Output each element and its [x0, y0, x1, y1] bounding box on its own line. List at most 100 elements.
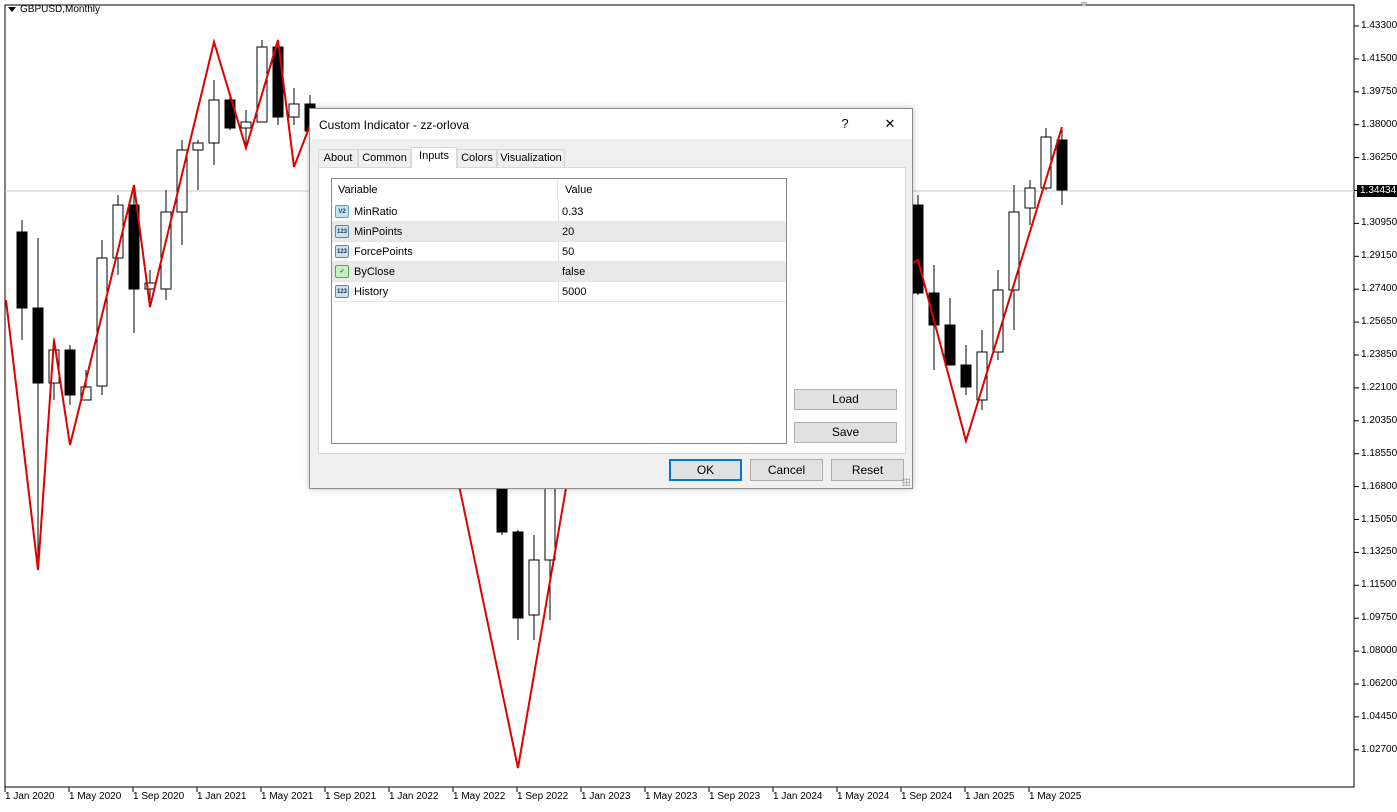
- time-axis-label: 1 Sep 2023: [709, 791, 761, 802]
- candle-body: [1024, 187, 1036, 209]
- price-axis-label: 1.41500: [1361, 52, 1397, 64]
- tab-about[interactable]: About: [318, 149, 358, 167]
- time-axis-label: 1 Jan 2022: [389, 791, 439, 802]
- time-axis-label: 1 Jan 2020: [5, 791, 55, 802]
- custom-indicator-dialog: Custom Indicator - zz-orlova ? ✕ About C…: [309, 108, 913, 489]
- variable-name: MinPoints: [354, 226, 403, 238]
- close-button[interactable]: ✕: [867, 109, 913, 139]
- price-axis-label: 1.20350: [1361, 414, 1397, 426]
- tab-inputs[interactable]: Inputs: [411, 147, 457, 168]
- time-axis-label: 1 Sep 2021: [325, 791, 377, 802]
- variable-value[interactable]: 20: [562, 222, 574, 242]
- tab-visualization[interactable]: Visualization: [497, 149, 565, 167]
- cancel-button[interactable]: Cancel: [750, 459, 823, 481]
- input-row-byclose[interactable]: ✓ ByClose false: [332, 262, 786, 282]
- candle-body: [208, 99, 220, 144]
- input-row-minratio[interactable]: V2 MinRatio 0.33: [332, 202, 786, 222]
- time-axis-label: 1 May 2023: [645, 791, 698, 802]
- price-axis-label: 1.23850: [1361, 349, 1397, 360]
- boolean-type-icon: ✓: [335, 265, 349, 278]
- price-axis-label: 1.29150: [1361, 250, 1397, 262]
- variable-column-header[interactable]: Variable: [332, 179, 558, 201]
- candle-body: [64, 349, 76, 396]
- close-icon: ✕: [884, 116, 896, 131]
- double-type-icon: V2: [335, 205, 349, 218]
- integer-type-icon: 123: [335, 245, 349, 258]
- integer-type-icon: 123: [335, 285, 349, 298]
- variable-name: ForcePoints: [354, 246, 413, 258]
- input-row-minpoints[interactable]: 123 MinPoints 20: [332, 222, 786, 242]
- time-axis-label: 1 Jan 2021: [197, 791, 247, 802]
- time-axis-label: 1 May 2025: [1029, 791, 1082, 802]
- dialog-title: Custom Indicator - zz-orlova: [319, 118, 470, 132]
- time-axis-label: 1 May 2021: [261, 791, 314, 802]
- help-button[interactable]: ?: [822, 109, 868, 139]
- time-axis-label: 1 Jan 2025: [965, 791, 1015, 802]
- price-axis-label: 1.22100: [1361, 381, 1397, 393]
- price-axis-label: 1.30950: [1361, 217, 1397, 229]
- time-axis-label: 1 Sep 2024: [901, 791, 953, 802]
- reset-button[interactable]: Reset: [831, 459, 904, 481]
- input-row-history[interactable]: 123 History 5000: [332, 282, 786, 302]
- time-axis-label: 1 Sep 2022: [517, 791, 569, 802]
- value-column-header[interactable]: Value: [559, 179, 786, 201]
- dialog-titlebar[interactable]: Custom Indicator - zz-orlova ? ✕: [310, 109, 912, 139]
- price-axis-label: 1.15050: [1361, 513, 1397, 525]
- price-axis-label: 1.39750: [1361, 85, 1397, 97]
- candle-body: [32, 307, 44, 384]
- tab-colors[interactable]: Colors: [457, 149, 497, 167]
- variable-value[interactable]: 5000: [562, 282, 586, 302]
- price-axis-label: 1.06200: [1361, 678, 1397, 689]
- triangle-down-icon: [8, 6, 16, 12]
- current-price-tag: 1.34434: [1357, 185, 1397, 197]
- candle-body: [544, 479, 556, 561]
- time-axis-label: 1 May 2024: [837, 791, 890, 802]
- candle-body: [272, 46, 284, 118]
- time-axis-label: 1 Sep 2020: [133, 791, 185, 802]
- integer-type-icon: 123: [335, 225, 349, 238]
- variable-name: ByClose: [354, 266, 395, 278]
- candle-body: [288, 103, 300, 118]
- symbol-label[interactable]: GBPUSD,Monthly: [8, 4, 100, 15]
- price-axis-label: 1.27400: [1361, 283, 1397, 295]
- resize-grip-icon[interactable]: [902, 478, 910, 486]
- variable-value[interactable]: 50: [562, 242, 574, 262]
- input-row-forcepoints[interactable]: 123 ForcePoints 50: [332, 242, 786, 262]
- candle-body: [240, 121, 252, 129]
- candle-body: [512, 531, 524, 619]
- save-button[interactable]: Save: [794, 422, 897, 443]
- price-axis-label: 1.43300: [1361, 20, 1397, 31]
- variable-value[interactable]: false: [562, 262, 585, 282]
- time-axis-label: 1 Jan 2024: [773, 791, 823, 802]
- candle-body: [192, 142, 204, 151]
- ok-button[interactable]: OK: [669, 459, 742, 481]
- price-axis-label: 1.09750: [1361, 612, 1397, 624]
- price-axis-label: 1.16800: [1361, 480, 1397, 492]
- variable-name: MinRatio: [354, 206, 398, 218]
- candle-body: [16, 231, 28, 309]
- variable-value[interactable]: 0.33: [562, 202, 583, 222]
- candle-body: [960, 364, 972, 388]
- candle-body: [1008, 211, 1020, 291]
- inputs-grid: Variable Value V2 MinRatio 0.33 123 MinP…: [331, 178, 787, 444]
- candle-body: [528, 559, 540, 616]
- price-axis-ticks: [1354, 25, 1359, 751]
- price-axis-label: 1.38000: [1361, 118, 1397, 130]
- candle-body: [912, 204, 924, 294]
- candle-body: [96, 257, 108, 387]
- time-axis-label: 1 Jan 2023: [581, 791, 631, 802]
- tab-common[interactable]: Common: [358, 149, 411, 167]
- price-axis-label: 1.11500: [1361, 579, 1397, 591]
- price-axis-label: 1.13250: [1361, 546, 1397, 558]
- price-axis-label: 1.18550: [1361, 447, 1397, 459]
- time-axis-label: 1 May 2022: [453, 791, 506, 802]
- load-button[interactable]: Load: [794, 389, 897, 410]
- candle-body: [944, 324, 956, 366]
- price-axis-label: 1.02700: [1361, 743, 1397, 755]
- variable-name: History: [354, 286, 389, 298]
- price-axis-label: 1.08000: [1361, 645, 1397, 657]
- inputs-panel: Variable Value V2 MinRatio 0.33 123 MinP…: [318, 167, 906, 454]
- price-axis-label: 1.25650: [1361, 316, 1397, 328]
- time-axis-label: 1 May 2020: [69, 791, 122, 802]
- candle-body: [1056, 139, 1068, 191]
